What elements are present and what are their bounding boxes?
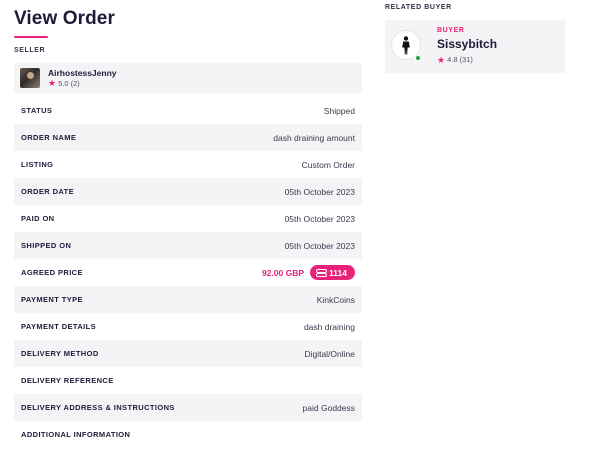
buyer-name[interactable]: Sissybitch (437, 37, 497, 51)
payment-details-label: PAYMENT DETAILS (21, 322, 97, 331)
detail-row-agreed-price: AGREED PRICE 92.00 GBP 1114 (14, 259, 362, 286)
seller-info: AirhostessJenny ★ 5.0 (2) (48, 68, 117, 89)
star-icon: ★ (437, 54, 446, 65)
detail-row-delivery-address: DELIVERY ADDRESS & INSTRUCTIONS paid God… (14, 394, 362, 421)
additional-info-label: ADDITIONAL INFORMATION (21, 430, 131, 439)
detail-row-delivery-method: DELIVERY METHOD Digital/Online (14, 340, 362, 367)
delivery-method-label: DELIVERY METHOD (21, 349, 99, 358)
order-name-value: dash draining amount (273, 132, 355, 143)
detail-row-shipped-on: SHIPPED ON 05th October 2023 (14, 232, 362, 259)
detail-row-order-date: ORDER DATE 05th October 2023 (14, 178, 362, 205)
seller-card[interactable]: AirhostessJenny ★ 5.0 (2) (14, 63, 362, 93)
price-gbp: 92.00 GBP (261, 267, 305, 278)
order-date-label: ORDER DATE (21, 187, 75, 196)
seller-section-label: SELLER (14, 47, 46, 54)
online-status-dot (415, 55, 421, 61)
related-buyer-label: RELATED BUYER (385, 4, 452, 11)
status-label: STATUS (21, 106, 53, 115)
detail-row-status: STATUS Shipped (14, 97, 362, 124)
page-title: View Order (14, 8, 115, 29)
paid-on-label: PAID ON (21, 214, 55, 223)
payment-type-value: KinkCoins (316, 294, 355, 305)
listing-value: Custom Order (301, 159, 355, 170)
detail-row-payment-details: PAYMENT DETAILS dash draining (14, 313, 362, 340)
payment-type-label: PAYMENT TYPE (21, 295, 83, 304)
coin-icon (316, 269, 328, 277)
person-silhouette-icon (402, 36, 410, 55)
coin-price-badge: 1114 (310, 265, 355, 280)
star-icon: ★ (48, 78, 57, 88)
listing-label: LISTING (21, 160, 54, 169)
shipped-on-label: SHIPPED ON (21, 241, 72, 250)
buyer-role: BUYER (437, 27, 465, 34)
agreed-price-value: 92.00 GBP 1114 (262, 265, 355, 280)
detail-row-order-name: ORDER NAME dash draining amount (14, 124, 362, 151)
seller-avatar[interactable] (20, 68, 40, 88)
detail-row-paid-on: PAID ON 05th October 2023 (14, 205, 362, 232)
seller-rating-value: 5.0 (2) (58, 78, 80, 88)
buyer-rating-value: 4.8 (31) (447, 55, 473, 64)
payment-details-value: dash draining (303, 321, 355, 332)
detail-row-delivery-reference: DELIVERY REFERENCE (14, 367, 362, 394)
detail-row-listing: LISTING Custom Order (14, 151, 362, 178)
shipped-on-value: 05th October 2023 (284, 240, 355, 251)
order-details-table: STATUS Shipped ORDER NAME dash draining … (14, 97, 362, 448)
buyer-rating: ★ 4.8 (31) (437, 55, 473, 65)
title-underline (14, 36, 48, 38)
delivery-method-value: Digital/Online (304, 348, 355, 359)
delivery-address-value: paid Goddess (302, 402, 355, 413)
status-value: Shipped (323, 105, 355, 116)
paid-on-value: 05th October 2023 (284, 213, 355, 224)
seller-rating: ★ 5.0 (2) (48, 79, 117, 89)
delivery-reference-label: DELIVERY REFERENCE (21, 376, 114, 385)
buyer-card[interactable]: BUYER Sissybitch ★ 4.8 (31) (385, 20, 565, 73)
seller-name[interactable]: AirhostessJenny (48, 68, 117, 79)
delivery-address-label: DELIVERY ADDRESS & INSTRUCTIONS (21, 403, 175, 412)
detail-row-payment-type: PAYMENT TYPE KinkCoins (14, 286, 362, 313)
order-date-value: 05th October 2023 (284, 186, 355, 197)
order-name-label: ORDER NAME (21, 133, 77, 142)
coin-price-value: 1114 (329, 267, 347, 278)
detail-row-additional-info: ADDITIONAL INFORMATION (14, 421, 362, 448)
agreed-price-label: AGREED PRICE (21, 268, 83, 277)
